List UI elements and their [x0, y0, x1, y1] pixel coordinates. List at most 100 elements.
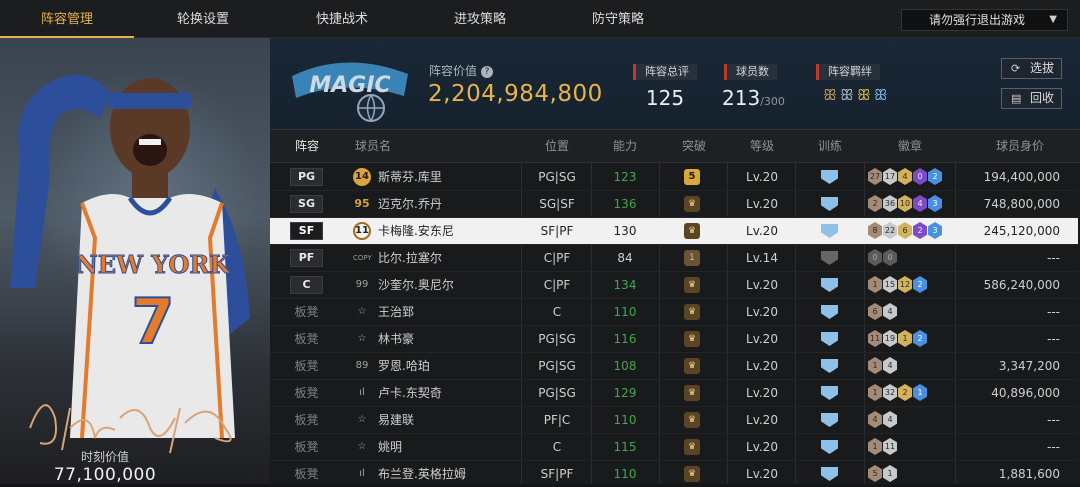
breakthrough-crown-icon[interactable]: 1: [684, 250, 700, 266]
team-bond-icon[interactable]: ꕥ: [874, 86, 891, 104]
player-level: Lv.20: [746, 413, 778, 427]
featured-player-card[interactable]: NEW YORK 7 时刻价值 77,100,000: [0, 38, 270, 484]
header-slot[interactable]: 阵容: [288, 130, 326, 163]
breakthrough-crown-icon[interactable]: ♛: [684, 358, 700, 374]
badge-hex-icon: 2: [898, 384, 912, 401]
tab-quick-tactics[interactable]: 快捷战术: [275, 0, 409, 38]
header-name[interactable]: 球员名: [354, 130, 392, 163]
badge-hex-icon: 11: [883, 438, 897, 455]
badge-hex-icon: 27: [868, 168, 882, 185]
exit-game-dropdown[interactable]: 请勿强行退出游戏 ▼: [901, 9, 1068, 31]
breakthrough-crown-icon[interactable]: ♛: [684, 196, 700, 212]
player-value: ---: [1047, 440, 1060, 454]
training-shield-icon[interactable]: [821, 359, 838, 373]
draft-button[interactable]: ⟳ 选拔: [1001, 58, 1062, 79]
badge-hex-icon: 4: [868, 411, 882, 428]
team-bond-icon[interactable]: ꕥ: [857, 86, 874, 104]
team-bond-icons[interactable]: ꕥꕥꕥꕥ: [823, 86, 891, 104]
header-training[interactable]: 训练: [795, 130, 865, 163]
player-ability: 110: [613, 305, 637, 319]
table-row[interactable]: 板凳 ☆ 易建联 PF|C 110 ♛ Lv.20 4 4 ---: [270, 407, 1078, 433]
badge-group[interactable]: 44: [868, 411, 898, 429]
breakthrough-crown-icon[interactable]: ♛: [684, 277, 700, 293]
badge-hex-icon: 4: [883, 411, 897, 428]
table-row[interactable]: SG 95 迈克尔.乔丹 SG|SF 136 ♛ Lv.20 2 36 10 4 3 748,800,0…: [270, 191, 1078, 217]
refresh-icon: ⟳: [1011, 62, 1021, 75]
breakthrough-crown-icon[interactable]: ♛: [684, 223, 700, 239]
tab-rotation-settings[interactable]: 轮换设置: [136, 0, 270, 38]
table-row[interactable]: 板凳 89 罗恩.哈珀 PG|SG 108 ♛ Lv.20 1 4 3,347,200: [270, 353, 1078, 379]
table-row[interactable]: 板凳 ıl 布兰登.英格拉姆 SF|PF 110 ♛ Lv.20 5 1 1,881,600: [270, 461, 1078, 487]
tab-defense-strategy[interactable]: 防守策略: [551, 0, 685, 38]
breakthrough-crown-icon[interactable]: ♛: [684, 304, 700, 320]
table-row[interactable]: 板凳 ☆ 王治郅 C 110 ♛ Lv.20 6 4 ---: [270, 299, 1078, 325]
player-position: PG|SG: [538, 332, 576, 346]
training-shield-icon[interactable]: [821, 305, 838, 319]
training-shield-icon[interactable]: [821, 440, 838, 454]
badge-hex-icon: 3: [928, 195, 942, 212]
player-level: Lv.20: [746, 386, 778, 400]
breakthrough-crown-icon[interactable]: 5: [684, 169, 700, 185]
training-shield-icon[interactable]: [821, 413, 838, 427]
slot-bench: 板凳: [294, 467, 319, 481]
badge-hex-icon: 5: [868, 465, 882, 482]
breakthrough-crown-icon[interactable]: ♛: [684, 331, 700, 347]
question-circle-icon[interactable]: ?: [481, 66, 494, 78]
badge-group[interactable]: 1 32 2 1: [868, 384, 928, 402]
player-position: C|PF: [543, 278, 571, 292]
team-bond-icon[interactable]: ꕥ: [840, 86, 857, 104]
table-row[interactable]: 板凳 ıl 卢卡.东契奇 PG|SG 129 ♛ Lv.20 1 32 2 1 40,896,000: [270, 380, 1078, 406]
badge-group[interactable]: 51: [868, 465, 898, 483]
header-position[interactable]: 位置: [522, 130, 592, 163]
badge-group[interactable]: 1 15 12 2: [868, 276, 928, 294]
training-shield-icon[interactable]: [821, 170, 838, 184]
table-row[interactable]: 板凳 ☆ 林书豪 PG|SG 116 ♛ Lv.20 11 19 1 2 ---: [270, 326, 1078, 352]
badge-group[interactable]: 64: [868, 303, 898, 321]
player-value: ---: [1047, 413, 1060, 427]
badge-group[interactable]: 00: [868, 249, 898, 267]
player-level: Lv.20: [746, 197, 778, 211]
training-shield-icon[interactable]: [821, 278, 838, 292]
training-shield-icon[interactable]: [821, 224, 838, 238]
roster-table: 阵容 球员名 位置 能力 突破 等级 训练 徽章 球员身价 PG 14 斯蒂芬.库里…: [270, 130, 1080, 484]
player-tier-icon: ıl: [359, 468, 365, 479]
table-row[interactable]: PG 14 斯蒂芬.库里 PG|SG 123 5 Lv.20 27 17 4 0 2 194,400,0…: [270, 164, 1078, 190]
header-ability[interactable]: 能力: [590, 130, 660, 163]
player-level: Lv.20: [746, 170, 778, 184]
header-badges[interactable]: 徽章: [875, 130, 945, 163]
badge-group[interactable]: 8 22 6 2 3: [868, 222, 943, 240]
tab-lineup-management[interactable]: 阵容管理: [0, 0, 134, 38]
recycle-button[interactable]: ▤ 回收: [1001, 88, 1062, 109]
team-bond-icon[interactable]: ꕥ: [823, 86, 840, 104]
badge-group[interactable]: 27 17 4 0 2: [868, 168, 943, 186]
badge-hex-icon: 36: [883, 195, 897, 212]
table-row[interactable]: SF 11 卡梅隆.安东尼 SF|PF 130 ♛ Lv.20 8 22 6 2 3 245,120,0…: [270, 218, 1078, 244]
training-shield-icon[interactable]: [821, 251, 838, 265]
badge-hex-icon: 0: [868, 249, 882, 266]
breakthrough-crown-icon[interactable]: ♛: [684, 439, 700, 455]
badge-group[interactable]: 1 11: [868, 438, 898, 456]
training-shield-icon[interactable]: [821, 386, 838, 400]
training-shield-icon[interactable]: [821, 332, 838, 346]
tab-offense-strategy[interactable]: 进攻策略: [413, 0, 547, 38]
breakthrough-crown-icon[interactable]: ♛: [684, 466, 700, 482]
table-row[interactable]: PF COPY 比尔.拉塞尔 C|PF 84 1 Lv.14 0 0 ---: [270, 245, 1078, 271]
badge-hex-icon: 0: [883, 249, 897, 266]
training-shield-icon[interactable]: [821, 467, 838, 481]
player-name: 卢卡.东契奇: [378, 386, 442, 400]
badge-hex-icon: 19: [883, 330, 897, 347]
table-row[interactable]: 板凳 ☆ 姚明 C 115 ♛ Lv.20 1 11 ---: [270, 434, 1078, 460]
training-shield-icon[interactable]: [821, 197, 838, 211]
header-breakthrough[interactable]: 突破: [659, 130, 729, 163]
badge-hex-icon: 2: [913, 276, 927, 293]
badge-group[interactable]: 2 36 10 4 3: [868, 195, 943, 213]
header-player-value[interactable]: 球员身价: [975, 130, 1065, 163]
breakthrough-crown-icon[interactable]: ♛: [684, 385, 700, 401]
header-level[interactable]: 等级: [727, 130, 797, 163]
badge-group[interactable]: 14: [868, 357, 898, 375]
player-level: Lv.20: [746, 278, 778, 292]
badge-group[interactable]: 11 19 1 2: [868, 330, 928, 348]
jersey-team-text: NEW YORK: [76, 250, 232, 279]
table-row[interactable]: C 99 沙奎尔.奥尼尔 C|PF 134 ♛ Lv.20 1 15 12 2 586,240,000: [270, 272, 1078, 298]
breakthrough-crown-icon[interactable]: ♛: [684, 412, 700, 428]
